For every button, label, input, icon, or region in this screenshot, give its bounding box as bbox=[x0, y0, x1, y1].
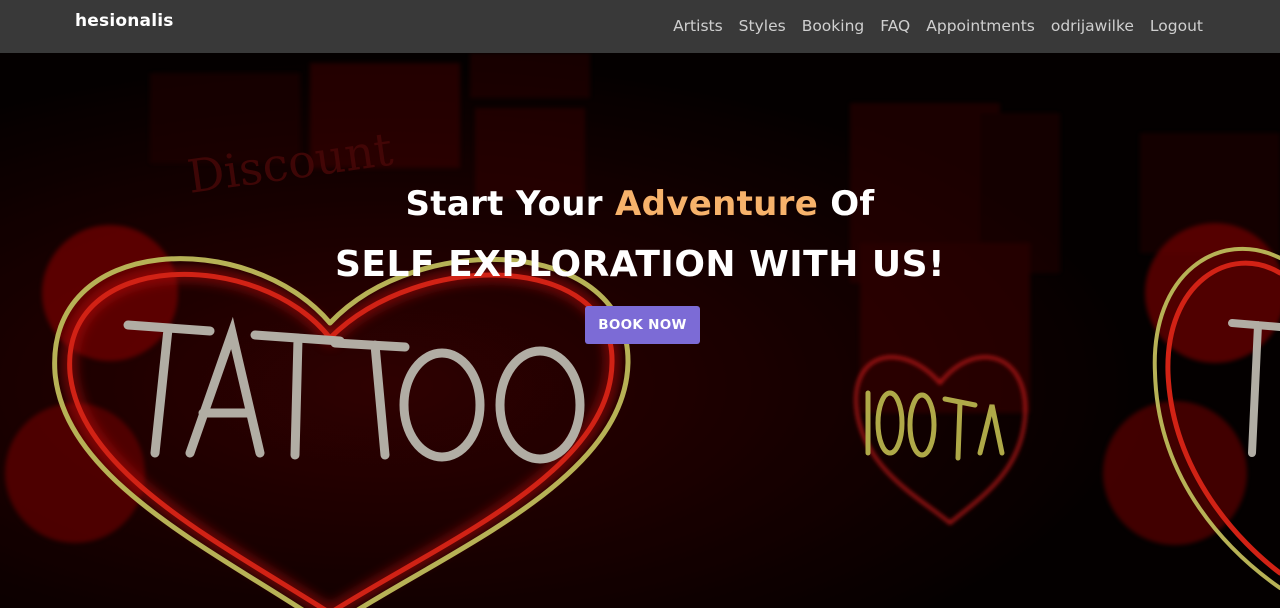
headline-accent-word: Adventure bbox=[615, 184, 819, 224]
nav-link-appointments[interactable]: Appointments bbox=[926, 16, 1035, 36]
brand-logo[interactable]: hesionalis bbox=[75, 11, 174, 31]
navbar: hesionalis Artists Styles Booking FAQ Ap… bbox=[0, 0, 1280, 53]
nav-link-faq[interactable]: FAQ bbox=[880, 16, 910, 36]
nav-link-booking[interactable]: Booking bbox=[802, 16, 865, 36]
book-now-button[interactable]: BOOK NOW bbox=[585, 306, 700, 344]
nav-link-styles[interactable]: Styles bbox=[739, 16, 786, 36]
hero-headline-line2: SELF EXPLORATION WITH US! bbox=[335, 244, 945, 285]
hero-headline-line1: Start Your Adventure Of bbox=[0, 184, 1280, 224]
nav-link-user-profile[interactable]: odrijawilke bbox=[1051, 16, 1134, 36]
nav-link-artists[interactable]: Artists bbox=[673, 16, 723, 36]
headline-part2: Of bbox=[818, 184, 875, 224]
headline-part1: Start Your bbox=[405, 184, 615, 224]
nav-links: Artists Styles Booking FAQ Appointments … bbox=[673, 16, 1203, 36]
nav-link-logout[interactable]: Logout bbox=[1150, 16, 1203, 36]
hero-section: Discount Start Your Adventure Of SELF EX… bbox=[0, 53, 1280, 608]
